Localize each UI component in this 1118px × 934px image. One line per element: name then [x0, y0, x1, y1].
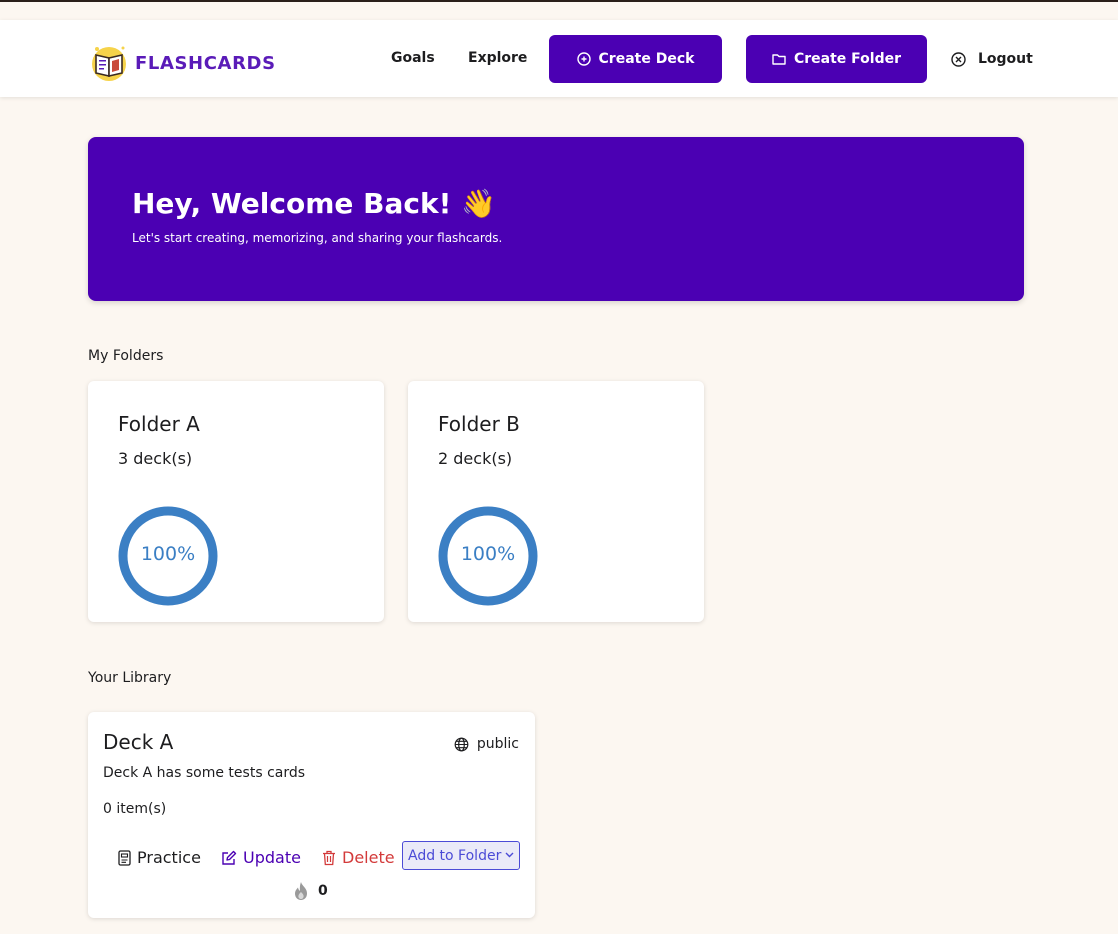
logo-book-icon	[88, 43, 130, 83]
deck-description: Deck A has some tests cards	[103, 765, 306, 781]
top-spacer	[0, 2, 1118, 20]
edit-icon	[222, 850, 237, 865]
flame-icon	[295, 882, 307, 900]
folder-card[interactable]: Folder A 3 deck(s) 100%	[88, 381, 384, 622]
folder-card[interactable]: Folder B 2 deck(s) 100%	[408, 381, 704, 622]
deck-item-count: 0 item(s)	[103, 801, 167, 817]
deck-card: Deck A public Deck A has some tests card…	[88, 712, 535, 918]
create-folder-button[interactable]: Create Folder	[746, 35, 927, 83]
delete-button[interactable]: Delete	[322, 848, 395, 867]
streak-value: 0	[318, 883, 328, 899]
streak-counter: 0	[292, 881, 328, 901]
library-heading: Your Library	[88, 670, 172, 686]
globe-icon	[454, 737, 469, 751]
add-to-folder-select[interactable]: Add to Folder	[402, 841, 520, 870]
flashcard-icon	[118, 849, 131, 866]
create-deck-button[interactable]: Create Deck	[549, 35, 722, 83]
create-folder-label: Create Folder	[793, 51, 902, 67]
create-deck-label: Create Deck	[598, 51, 695, 67]
deck-title: Deck A	[103, 730, 174, 754]
practice-label: Practice	[137, 848, 201, 867]
folder-progress-ring: 100%	[438, 506, 538, 606]
my-folders-heading: My Folders	[88, 348, 164, 364]
deck-visibility: public	[454, 736, 519, 752]
add-to-folder-label: Add to Folder	[408, 847, 502, 864]
deck-visibility-label: public	[476, 736, 519, 752]
brand-logo[interactable]: FLASHCARDS	[88, 43, 276, 83]
welcome-subtitle: Let's start creating, memorizing, and sh…	[132, 231, 503, 245]
folder-deck-count: 3 deck(s)	[118, 449, 193, 468]
update-button[interactable]: Update	[221, 848, 301, 867]
folder-name: Folder B	[438, 412, 520, 436]
welcome-title: Hey, Welcome Back! 👋	[132, 187, 496, 220]
brand-name: FLASHCARDS	[135, 52, 276, 74]
folder-progress-label: 100%	[140, 543, 196, 565]
nav-goals-link[interactable]: Goals	[391, 50, 435, 66]
practice-button[interactable]: Practice	[118, 848, 201, 867]
welcome-banner: Hey, Welcome Back! 👋 Let's start creatin…	[88, 137, 1024, 301]
close-circle-icon	[951, 51, 966, 67]
update-label: Update	[243, 848, 301, 867]
folder-icon	[772, 54, 786, 65]
logout-label: Logout	[978, 51, 1033, 67]
trash-icon	[323, 850, 335, 865]
navbar: FLASHCARDS Goals Explore Create Deck Cre…	[0, 20, 1118, 97]
folder-progress-ring: 100%	[118, 506, 218, 606]
plus-circle-icon	[576, 52, 591, 66]
logout-button[interactable]: Logout	[951, 51, 1033, 67]
nav-explore-link[interactable]: Explore	[468, 50, 527, 66]
chevron-down-icon	[505, 852, 514, 858]
folder-progress-label: 100%	[460, 543, 516, 565]
delete-label: Delete	[342, 848, 395, 867]
folder-deck-count: 2 deck(s)	[438, 449, 513, 468]
folder-name: Folder A	[118, 412, 200, 436]
